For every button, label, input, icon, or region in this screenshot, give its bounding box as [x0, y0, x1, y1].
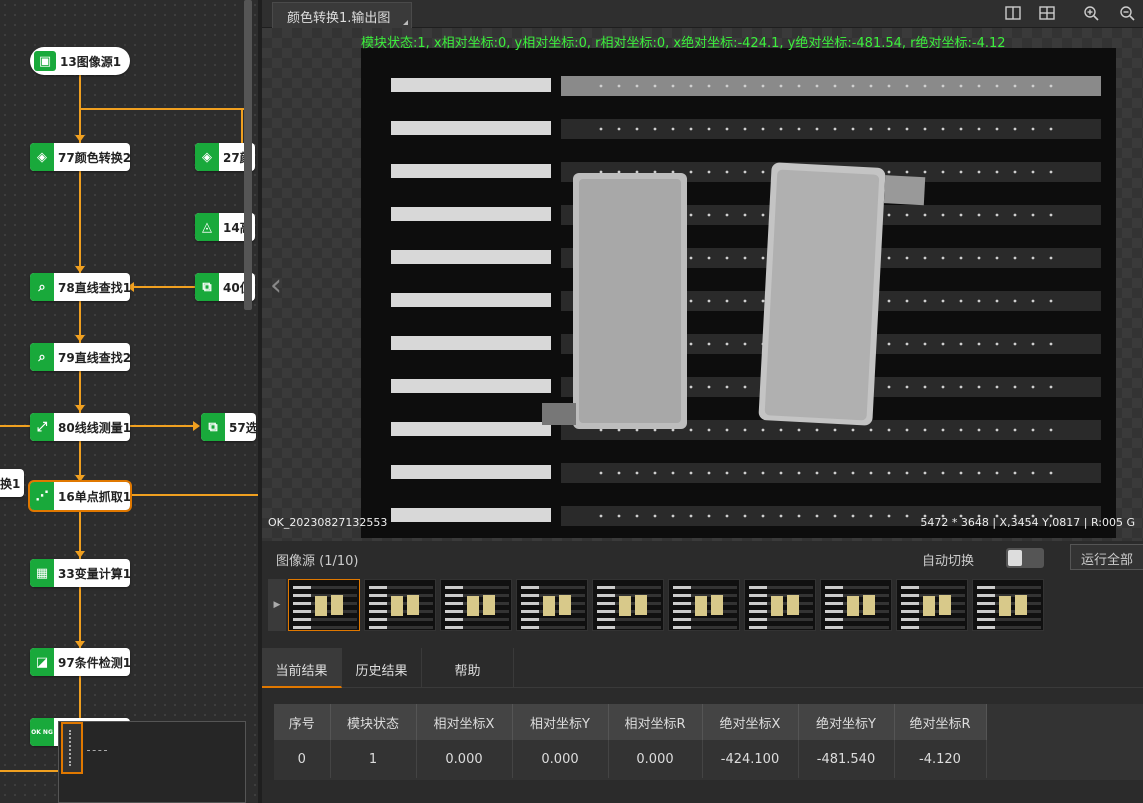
connector — [130, 425, 196, 427]
zoom-out-icon[interactable] — [1118, 4, 1136, 22]
table-cell: -4.120 — [894, 740, 987, 778]
thumbnail-item[interactable] — [972, 579, 1044, 631]
connector — [79, 587, 81, 649]
play-icon[interactable]: ▶ — [268, 579, 286, 631]
thumbnail-item[interactable] — [820, 579, 892, 631]
connector — [0, 425, 30, 427]
select-icon: ⧉ — [201, 413, 225, 441]
connector — [79, 171, 81, 273]
inspection-image[interactable] — [361, 48, 1116, 538]
calculator-icon: ▦ — [30, 559, 54, 587]
table-row[interactable]: 0 1 0.000 0.000 0.000 -424.100 -481.540 -4.120 — [274, 740, 987, 778]
column-header[interactable]: 相对坐标Y — [512, 704, 609, 740]
column-header[interactable]: 序号 — [274, 704, 331, 740]
column-header[interactable]: 相对坐标X — [416, 704, 513, 740]
flow-node-color-convert-2[interactable]: ◈ 77颜色转换2 — [30, 143, 130, 171]
module-status-line: 模块状态:1, x相对坐标:0, y相对坐标:0, r相对坐标:0, x绝对坐标… — [361, 36, 1006, 51]
connector — [0, 770, 60, 772]
filter-icon: ◬ — [195, 213, 219, 241]
image-filename: OK_20230827132553 — [268, 516, 388, 529]
thumbnail-item[interactable] — [516, 579, 588, 631]
column-header[interactable]: 绝对坐标R — [894, 704, 987, 740]
thumbnail-item[interactable] — [364, 579, 436, 631]
flow-scrollbar[interactable] — [244, 0, 252, 310]
connector — [241, 108, 243, 143]
flow-node-convert-partial[interactable]: 换1 — [0, 469, 24, 497]
thumbnail-strip: ▶ — [262, 577, 1143, 635]
table-cell: 0.000 — [416, 740, 513, 778]
tab-help[interactable]: 帮助 — [422, 648, 514, 688]
thumbnail-item[interactable] — [592, 579, 664, 631]
auto-switch-label: 自动切换 — [922, 554, 975, 569]
flow-minimap[interactable] — [58, 721, 246, 803]
results-tabbar: 当前结果 历史结果 帮助 — [262, 648, 1143, 688]
measure-icon: ⤢ — [30, 413, 54, 441]
column-header[interactable]: 绝对坐标Y — [798, 704, 895, 740]
flow-node-variable-calc-1[interactable]: ▦ 33变量计算1 — [30, 559, 130, 587]
arrow — [75, 135, 85, 142]
run-all-button[interactable]: 运行全部 — [1070, 544, 1143, 570]
column-header[interactable]: 模块状态 — [330, 704, 417, 740]
image-output-tab[interactable]: 颜色转换1.输出图 — [272, 2, 412, 28]
table-cell: -424.100 — [702, 740, 799, 778]
arrow — [75, 405, 85, 412]
arrow — [75, 335, 85, 342]
table-cell: 0 — [274, 740, 331, 778]
flow-node-condition-check-1[interactable]: ◪ 97条件检测1 — [30, 648, 130, 676]
color-convert-icon: ◈ — [195, 143, 219, 171]
split-view-icon[interactable] — [1004, 4, 1022, 22]
table-cell: 0.000 — [608, 740, 703, 778]
thumbnail-item[interactable] — [440, 579, 512, 631]
line-find-icon: ⌕ — [30, 343, 54, 371]
condition-icon: ◪ — [30, 648, 54, 676]
ok-ng-icon: OK NG — [30, 718, 54, 746]
image-pixel-info: 5472 * 3648 | X,3454 Y,0817 | R:005 G — [920, 516, 1135, 529]
image-viewer[interactable]: ‹ 模块状态:1, x相对坐标:0, y相对坐标:0, r相对坐标:0, x绝对… — [262, 28, 1143, 541]
table-cell: -481.540 — [798, 740, 895, 778]
flow-node-line-find-1[interactable]: ⌕ 78直线查找1 — [30, 273, 130, 301]
table-header-row: 序号 模块状态 相对坐标X 相对坐标Y 相对坐标R 绝对坐标X 绝对坐标Y 绝对坐标R — [274, 704, 987, 740]
arrow — [193, 421, 200, 431]
connector — [132, 286, 196, 288]
grid-view-icon[interactable] — [1038, 4, 1056, 22]
arrow — [75, 266, 85, 273]
line-find-icon: ⌕ — [30, 273, 54, 301]
flow-node-57-partial[interactable]: ⧉ 57选 — [201, 413, 256, 441]
flow-node-line-measure-1[interactable]: ⤢ 80线线测量1 — [30, 413, 130, 441]
app-window: ▣ 13图像源1 ◈ 77颜色转换2 ◈ 27颜 ◬ 14高 ⌕ 78直线查找1… — [0, 0, 1143, 803]
connector — [130, 494, 258, 496]
table-cell: 1 — [330, 740, 417, 778]
flow-node-single-point-grab-1[interactable]: ⋰ 16单点抓取1 — [28, 480, 132, 512]
chevron-left-icon[interactable]: ‹ — [270, 268, 282, 303]
image-source-title: 图像源 (1/10) — [276, 554, 359, 569]
table-cell: 0.000 — [512, 740, 609, 778]
image-source-bar: 图像源 (1/10) 自动切换 运行全部 — [262, 541, 1143, 577]
thumbnail-item[interactable] — [896, 579, 968, 631]
thumbnail-item[interactable] — [288, 579, 360, 631]
flow-node-line-find-2[interactable]: ⌕ 79直线查找2 — [30, 343, 130, 371]
flow-node-image-source[interactable]: ▣ 13图像源1 — [30, 47, 130, 75]
color-convert-icon: ◈ — [30, 143, 54, 171]
arrow — [75, 641, 85, 648]
connector — [79, 676, 81, 718]
arrow — [75, 551, 85, 558]
auto-switch-toggle[interactable] — [1006, 548, 1044, 568]
results-table: 序号 模块状态 相对坐标X 相对坐标Y 相对坐标R 绝对坐标X 绝对坐标Y 绝对坐标R 010… — [274, 704, 1143, 780]
right-panel: 颜色转换1.输出图 ‹ 模块状态:1, x相对坐标:0, y相对坐标:0, r相… — [262, 0, 1143, 803]
position-icon: ⧉ — [195, 273, 219, 301]
column-header[interactable]: 绝对坐标X — [702, 704, 799, 740]
tab-current-results[interactable]: 当前结果 — [262, 648, 342, 688]
image-icon: ▣ — [34, 51, 56, 71]
zoom-in-icon[interactable] — [1082, 4, 1100, 22]
minimap-viewport[interactable] — [61, 722, 83, 774]
connector — [79, 108, 249, 110]
thumbnail-item[interactable] — [668, 579, 740, 631]
tab-history-results[interactable]: 历史结果 — [342, 648, 422, 688]
arrow — [75, 475, 85, 482]
viewer-tabbar: 颜色转换1.输出图 — [262, 0, 1143, 28]
point-icon: ⋰ — [30, 482, 54, 510]
flow-canvas[interactable]: ▣ 13图像源1 ◈ 77颜色转换2 ◈ 27颜 ◬ 14高 ⌕ 78直线查找1… — [0, 0, 258, 803]
column-header[interactable]: 相对坐标R — [608, 704, 703, 740]
thumbnail-item[interactable] — [744, 579, 816, 631]
